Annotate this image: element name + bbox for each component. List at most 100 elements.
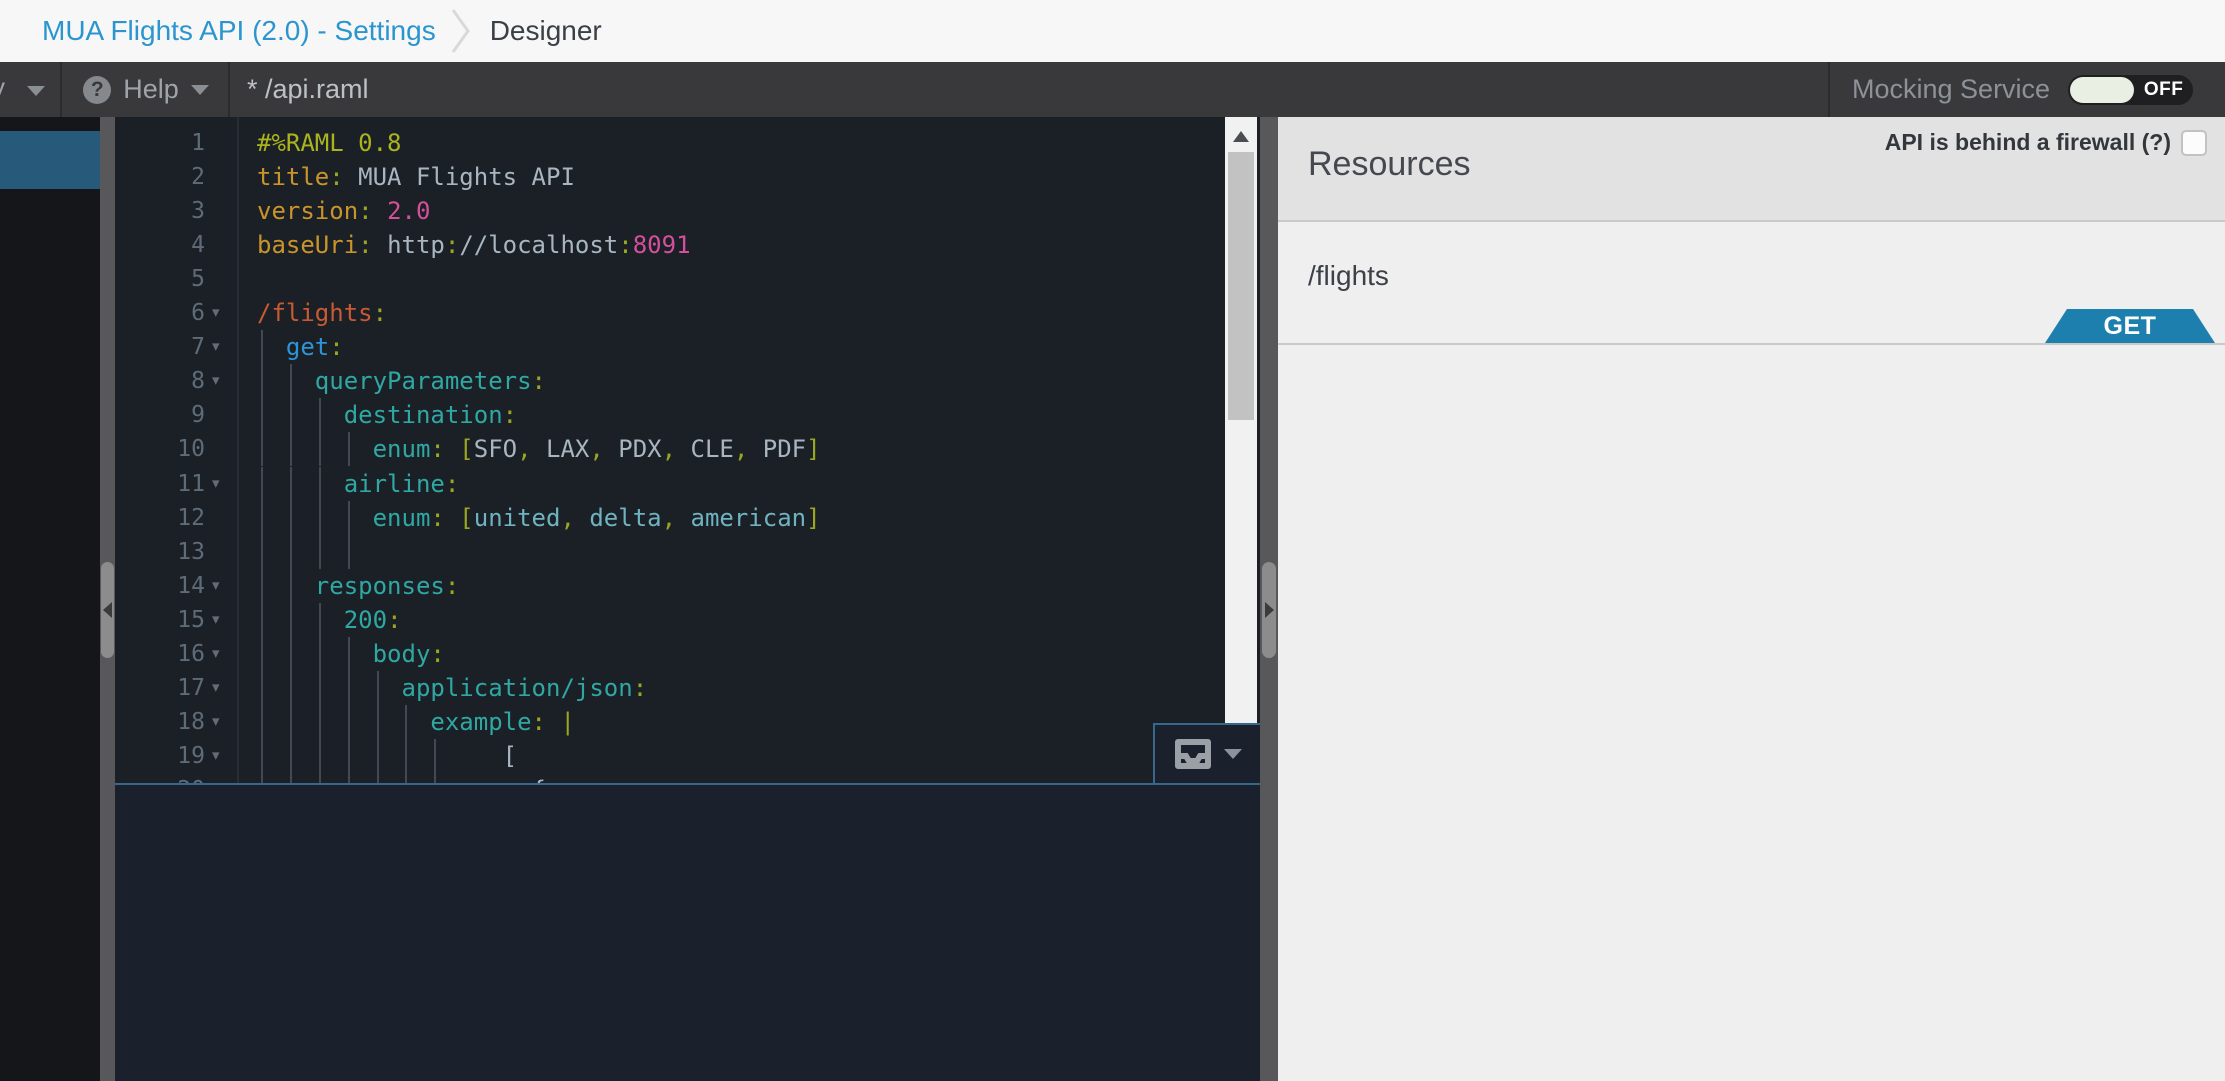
code-text: get: bbox=[285, 333, 344, 362]
project-menu-button[interactable]: y bbox=[0, 62, 62, 117]
line-number: 9 bbox=[191, 402, 205, 429]
line-number: 20 bbox=[115, 773, 205, 783]
get-method-button[interactable]: GET bbox=[2045, 309, 2215, 343]
fold-caret-icon[interactable]: ▾ bbox=[212, 705, 220, 739]
code-line: 2 title: MUA Flights API bbox=[115, 160, 1225, 194]
code-line: 6 ▾ /flights: bbox=[115, 296, 1225, 330]
code-line: 17 ▾ application/json: bbox=[115, 670, 1225, 705]
breadcrumb: MUA Flights API (2.0) - Settings Designe… bbox=[0, 0, 2225, 62]
right-panel-divider bbox=[1260, 117, 1278, 1081]
code-text: enum: [united, delta, american] bbox=[372, 503, 821, 532]
code-text: airline: bbox=[343, 469, 460, 498]
fold-caret-icon[interactable]: ▾ bbox=[212, 773, 220, 783]
api-designer-app: MUA Flights API (2.0) - Settings Designe… bbox=[0, 0, 2225, 1081]
line-number: 14 bbox=[177, 572, 205, 599]
indent-guide bbox=[289, 534, 292, 569]
line-number: 16 bbox=[177, 640, 205, 667]
line-number: 10 bbox=[177, 436, 205, 463]
code-text: version: 2.0 bbox=[257, 197, 431, 226]
line-number: 1 bbox=[191, 130, 205, 156]
code-line: 10 enum: [SFO, LAX, PDX, CLE, PDF] bbox=[115, 432, 1225, 467]
code-line: 20 ▾ { bbox=[115, 772, 1225, 783]
mocking-service-toggle[interactable]: OFF bbox=[2068, 74, 2194, 105]
code-line: 11 ▾ airline: bbox=[115, 466, 1225, 501]
collapse-left-handle[interactable] bbox=[101, 562, 114, 658]
code-text: { bbox=[257, 773, 546, 783]
chevron-down-icon bbox=[1223, 749, 1242, 759]
indent-guide bbox=[261, 534, 263, 569]
code-line: 12 enum: [united, delta, american] bbox=[115, 500, 1225, 535]
toggle-state-label: OFF bbox=[2143, 78, 2184, 100]
line-number: 4 bbox=[191, 232, 205, 259]
file-tab-api-raml[interactable]: * /api.raml bbox=[247, 62, 369, 117]
line-number: 12 bbox=[177, 504, 205, 531]
code-text: body: bbox=[372, 639, 445, 668]
sidebar-selected-item[interactable] bbox=[0, 131, 100, 189]
code-line: 1 #%RAML 0.8 bbox=[115, 126, 1225, 160]
breadcrumb-current-page: Designer bbox=[489, 15, 602, 46]
toggle-knob bbox=[2070, 76, 2135, 103]
help-button[interactable]: ? Help bbox=[64, 62, 230, 117]
code-line: 4 baseUri: http://localhost:8091 bbox=[115, 228, 1225, 262]
line-number: 7 bbox=[191, 334, 205, 361]
line-number: 13 bbox=[177, 538, 205, 565]
resources-header: Resources API is behind a firewall (?) bbox=[1278, 117, 2225, 222]
shelf-expander-button[interactable] bbox=[1153, 723, 1260, 783]
fold-caret-icon[interactable]: ▾ bbox=[212, 739, 220, 773]
indent-guide bbox=[318, 534, 321, 569]
resource-path: /flights bbox=[1308, 260, 1389, 291]
scroll-up-icon[interactable] bbox=[1233, 131, 1249, 142]
editor-toolbar: y ? Help * /api.raml Mocking Service OFF bbox=[0, 62, 2225, 117]
code-text: /flights: bbox=[257, 299, 388, 328]
fold-caret-icon[interactable]: ▾ bbox=[212, 296, 220, 330]
line-number: 18 bbox=[177, 708, 205, 735]
code-text: 200: bbox=[343, 605, 402, 634]
firewall-checkbox[interactable] bbox=[2181, 129, 2207, 156]
line-number: 17 bbox=[177, 674, 205, 701]
breadcrumb-chevron-icon bbox=[450, 6, 472, 56]
code-line: 16 ▾ body: bbox=[115, 636, 1225, 671]
editor-area: 1 #%RAML 0.8 2 title: MUA Flights API 3 versi… bbox=[115, 117, 1260, 1081]
code-line: 14 ▾ responses: bbox=[115, 568, 1225, 603]
fold-caret-icon[interactable]: ▾ bbox=[212, 364, 220, 398]
editor-scrollbar[interactable] bbox=[1225, 117, 1257, 723]
fold-caret-icon[interactable]: ▾ bbox=[212, 330, 220, 364]
resource-row-flights: /flights GET bbox=[1278, 222, 2225, 345]
raml-code-editor[interactable]: 1 #%RAML 0.8 2 title: MUA Flights API 3 versi… bbox=[115, 117, 1225, 783]
line-number: 3 bbox=[191, 198, 205, 225]
code-line: 15 ▾ 200: bbox=[115, 602, 1225, 637]
line-number: 15 bbox=[177, 606, 205, 633]
code-text: #%RAML 0.8 bbox=[257, 129, 402, 157]
code-text: queryParameters: bbox=[314, 367, 546, 396]
fold-caret-icon[interactable]: ▾ bbox=[212, 569, 220, 603]
breadcrumb-settings-link[interactable]: MUA Flights API (2.0) - Settings bbox=[42, 15, 436, 47]
line-number: 11 bbox=[177, 470, 205, 497]
fold-caret-icon[interactable]: ▾ bbox=[212, 467, 220, 501]
code-text: application/json: bbox=[401, 673, 648, 702]
code-text: enum: [SFO, LAX, PDX, CLE, PDF] bbox=[372, 435, 821, 464]
collapse-left-icon bbox=[103, 602, 112, 618]
scrollbar-thumb[interactable] bbox=[1228, 152, 1254, 420]
code-text: responses: bbox=[314, 571, 460, 600]
tray-icon bbox=[1174, 739, 1211, 769]
code-line: 18 ▾ example: | bbox=[115, 704, 1225, 739]
firewall-label: API is behind a firewall (?) bbox=[1884, 129, 2171, 155]
fold-caret-icon[interactable]: ▾ bbox=[212, 637, 220, 671]
code-text: example: | bbox=[430, 707, 575, 736]
collapse-right-handle[interactable] bbox=[1262, 562, 1276, 658]
line-number: 6 bbox=[191, 300, 205, 327]
line-number: 2 bbox=[191, 164, 205, 191]
line-number: 8 bbox=[191, 368, 205, 395]
fold-caret-icon[interactable]: ▾ bbox=[212, 671, 220, 705]
chevron-down-icon bbox=[190, 84, 209, 95]
indent-guide bbox=[347, 534, 350, 569]
fold-caret-icon[interactable]: ▾ bbox=[212, 603, 220, 637]
code-line: 8 ▾ queryParameters: bbox=[115, 364, 1225, 399]
mocking-service-group: Mocking Service OFF bbox=[1828, 62, 2225, 117]
firewall-option: API is behind a firewall (?) bbox=[1885, 129, 2207, 156]
file-sidebar bbox=[0, 117, 100, 1081]
mocking-service-label: Mocking Service bbox=[1852, 74, 2051, 104]
chevron-down-icon bbox=[27, 86, 45, 96]
resources-title: Resources bbox=[1308, 145, 1471, 183]
code-line: 13 bbox=[115, 534, 1225, 569]
